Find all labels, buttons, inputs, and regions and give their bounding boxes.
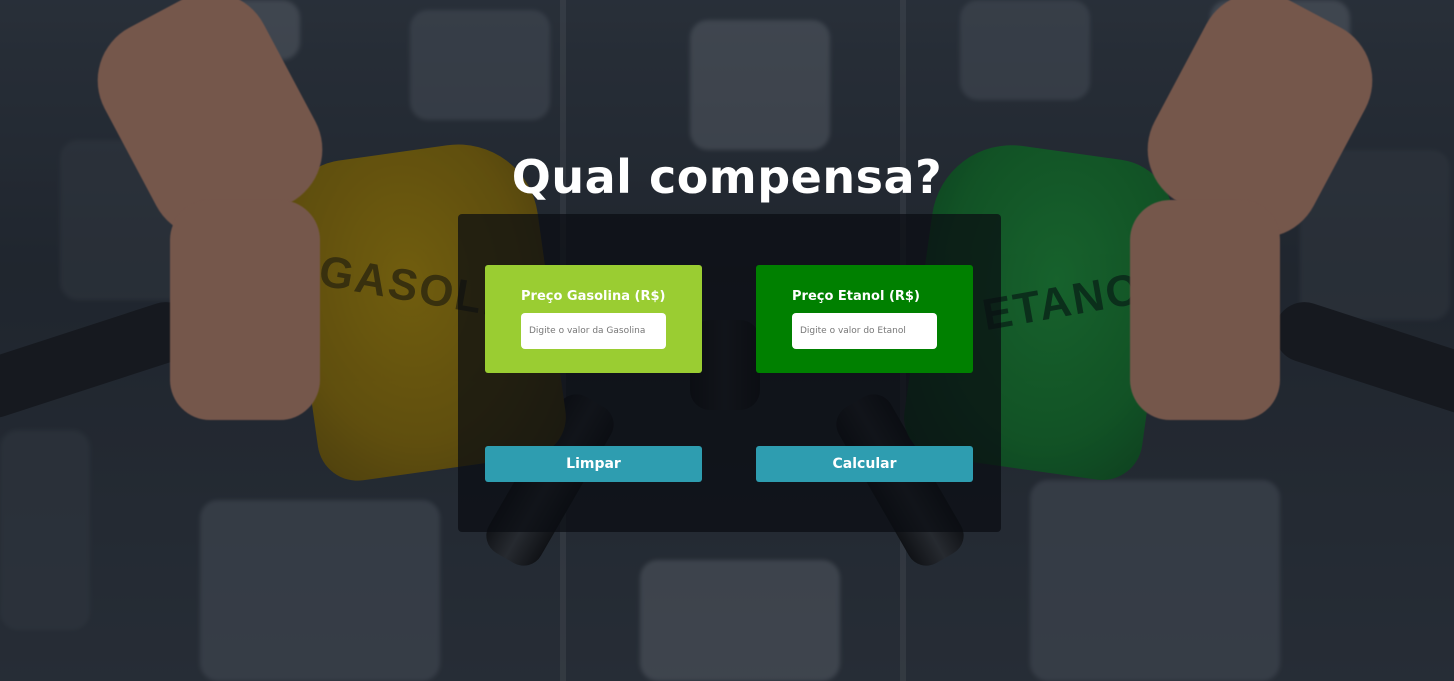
ethanol-card: Preço Etanol (R$)	[756, 265, 973, 373]
gasoline-price-input[interactable]	[521, 313, 666, 349]
gasoline-card: Preço Gasolina (R$)	[485, 265, 702, 373]
gasoline-label: Preço Gasolina (R$)	[521, 289, 666, 304]
ethanol-label: Preço Etanol (R$)	[792, 289, 920, 304]
calculator-panel	[458, 214, 1001, 532]
page-title: Qual compensa?	[511, 150, 943, 204]
ethanol-price-input[interactable]	[792, 313, 937, 349]
calculate-button[interactable]: Calcular	[756, 446, 973, 482]
clear-button[interactable]: Limpar	[485, 446, 702, 482]
